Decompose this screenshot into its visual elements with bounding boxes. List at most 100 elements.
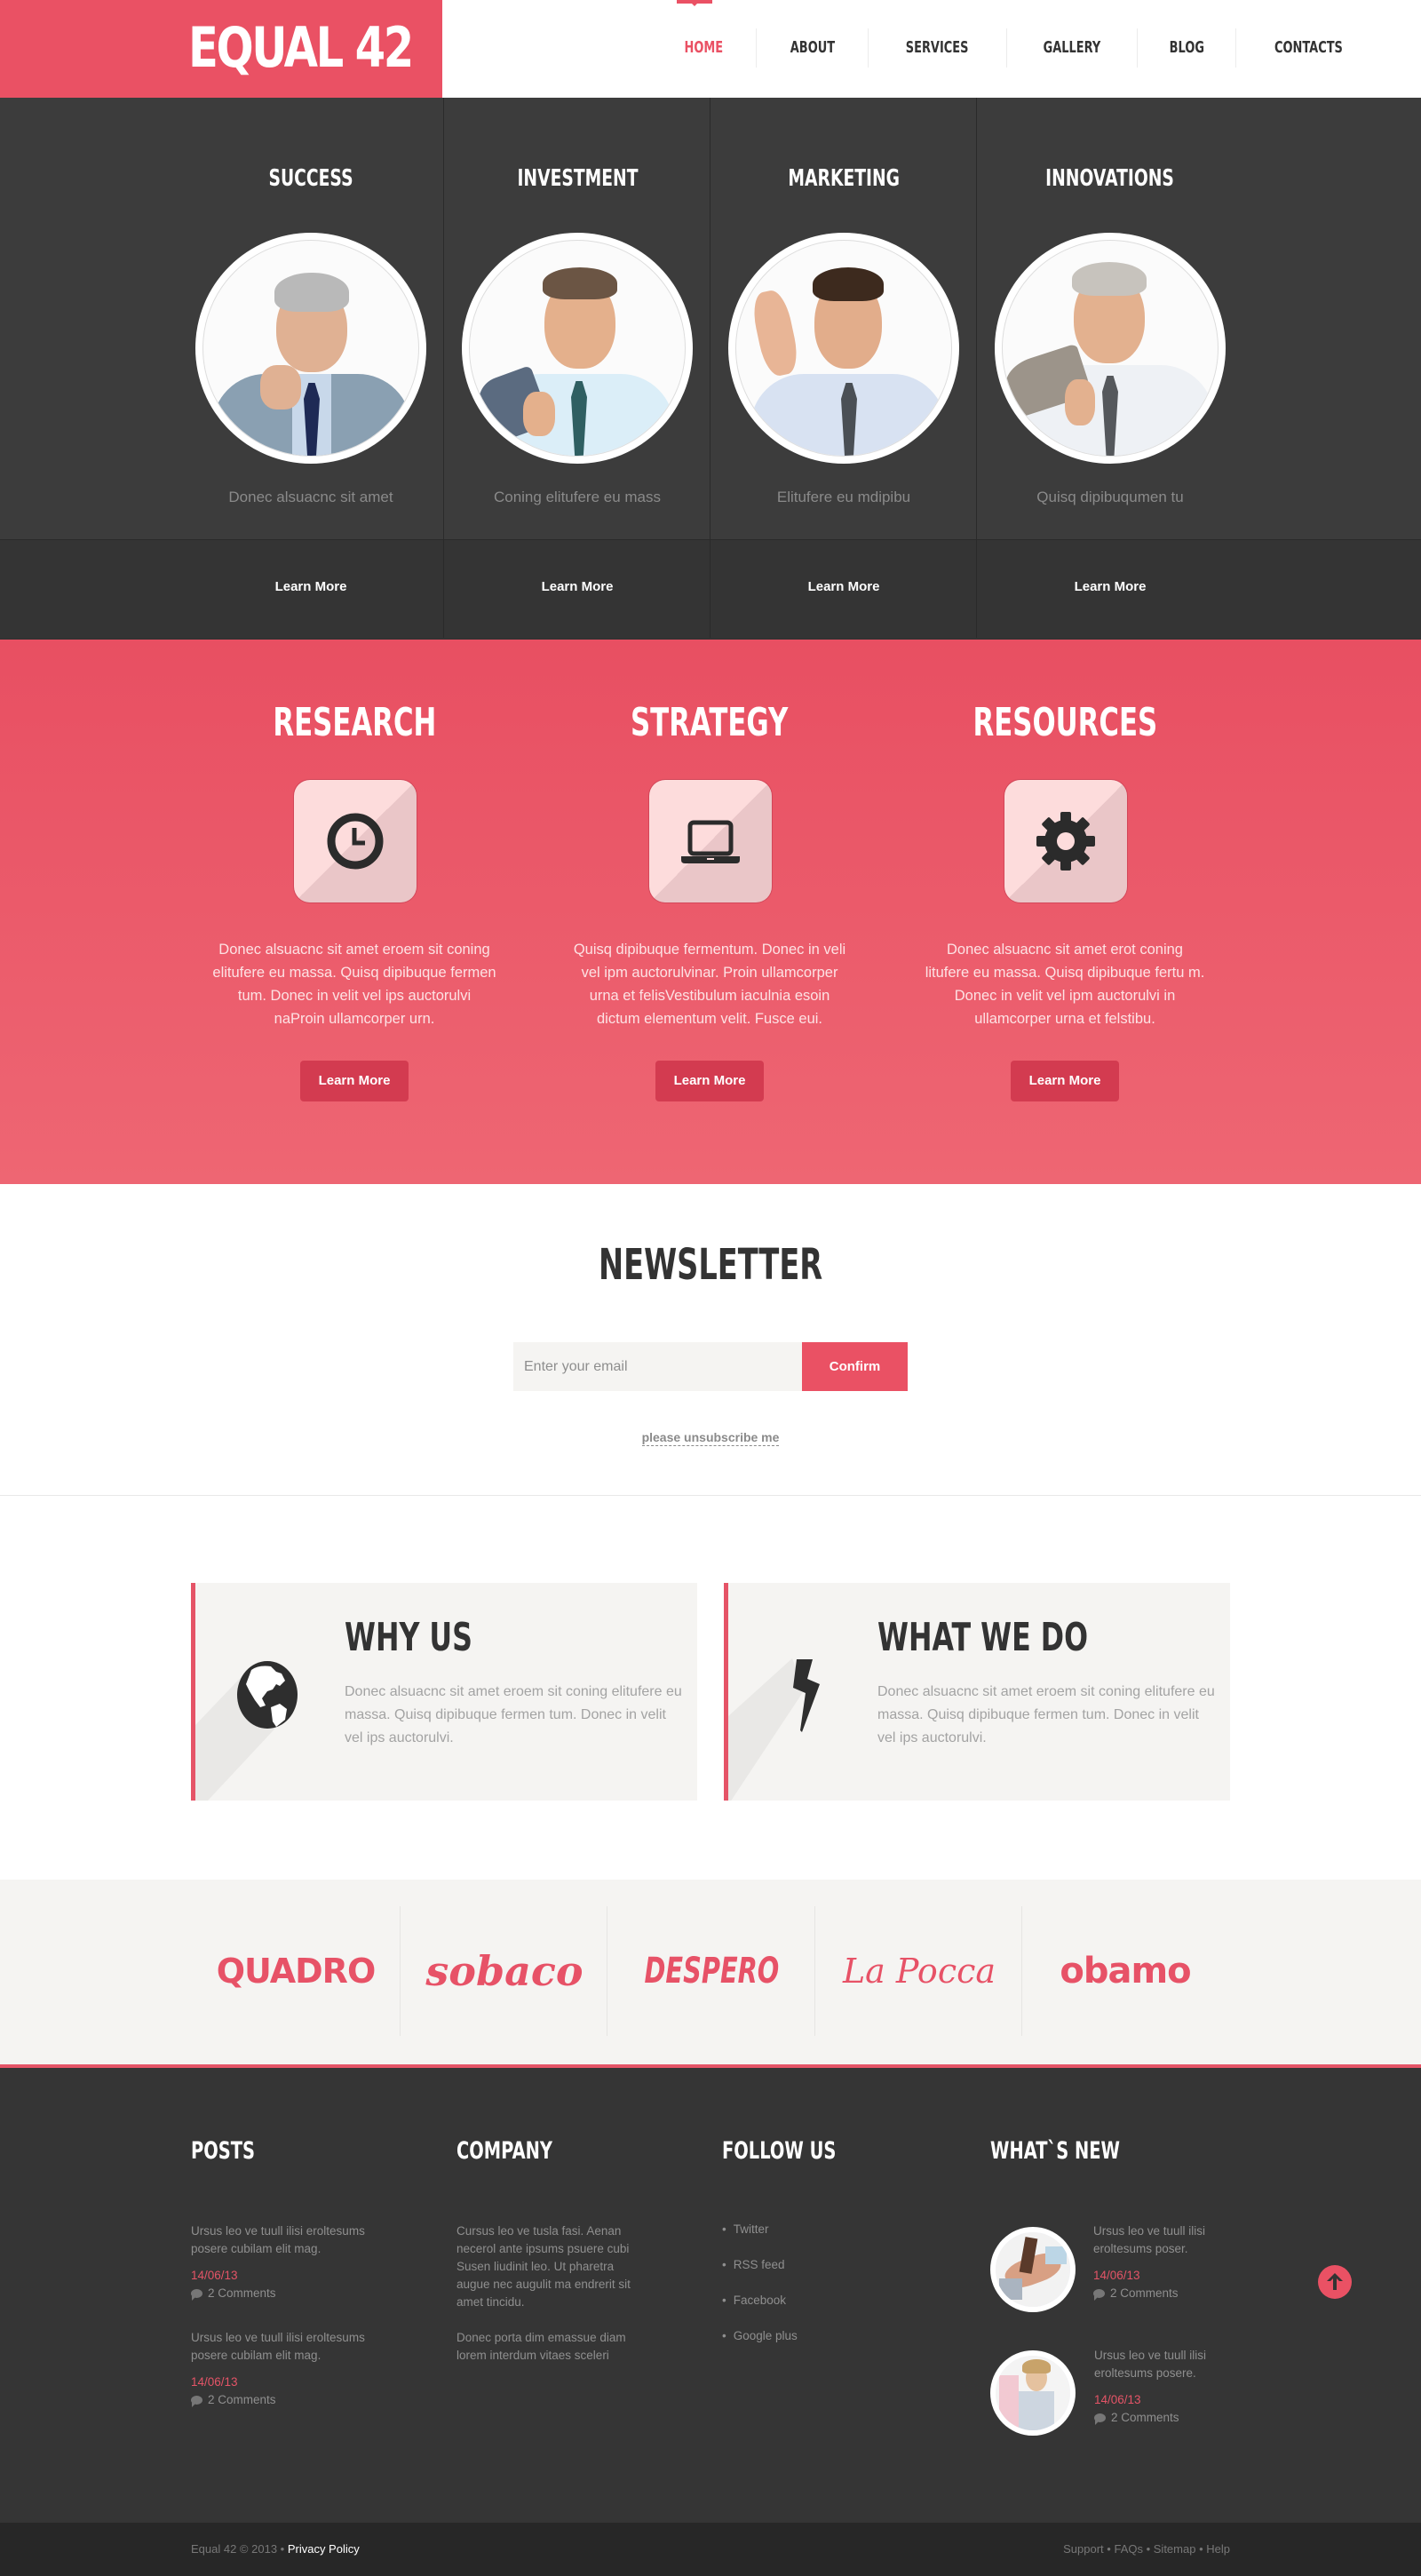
news-date: 14/06/13	[1093, 2269, 1140, 2282]
team-title: SUCCESS	[268, 165, 353, 192]
learn-more-link[interactable]: Learn More	[710, 579, 977, 594]
post-date: 14/06/13	[191, 2375, 238, 2389]
team-caption: Donec alsuacnc sit amet	[228, 489, 393, 505]
logo-text[interactable]: EQUAL 42	[188, 12, 414, 83]
nav-label: SERVICES	[906, 38, 969, 57]
comment-icon	[1093, 2289, 1105, 2302]
team-photo	[995, 233, 1226, 464]
company-paragraph: Cursus leo ve tusla fasi. Aenan necerol …	[456, 2224, 631, 2309]
learn-more-link[interactable]: Learn More	[444, 579, 710, 594]
confirm-button[interactable]: Confirm	[802, 1342, 908, 1391]
support-link[interactable]: Support	[1063, 2542, 1104, 2556]
nav-services[interactable]: SERVICES	[868, 28, 1005, 68]
post-comments[interactable]: 2 Comments	[191, 2391, 395, 2409]
bottom-bar: Equal 42 © 2013 • Privacy Policy Support…	[0, 2523, 1421, 2576]
post-comments[interactable]: 2 Comments	[191, 2285, 395, 2302]
feature-icon-box	[294, 780, 417, 902]
section-divider	[0, 1495, 1421, 1496]
feature-research: RESEARCH Donec alsuacnc sit amet eroem s…	[177, 640, 532, 1184]
nav-about[interactable]: ABOUT	[755, 28, 869, 68]
follow-link-facebook[interactable]: Facebook	[722, 2294, 786, 2307]
learn-more-button[interactable]: Learn More	[1011, 1061, 1119, 1101]
news-date: 14/06/13	[1094, 2393, 1141, 2406]
nav-label: HOME	[684, 38, 724, 57]
nav-gallery[interactable]: GALLERY	[1005, 28, 1137, 68]
active-nav-indicator	[677, 0, 712, 6]
feature-strategy: STRATEGY Quisq dipibuque fermentum. Done…	[532, 640, 887, 1184]
nav-label: BLOG	[1169, 38, 1204, 57]
learn-more-link[interactable]: Learn More	[178, 579, 444, 594]
logo[interactable]: EQUAL 42	[0, 0, 442, 98]
team-title: INVESTMENT	[516, 165, 639, 192]
team-card-marketing: MARKETING Elitufere eu mdipibu Learn Mor…	[710, 98, 977, 638]
feature-icon-box	[649, 780, 772, 902]
team-card-investment: INVESTMENT Coning elitufere eu mass Lear…	[444, 98, 710, 638]
feature-resources: RESOURCES Donec alsuacnc sit amet erot c…	[887, 640, 1242, 1184]
partners-strip: QUADRO sobaco DESPERO La Pocca obamo	[0, 1880, 1421, 2064]
team-section: SUCCESS Donec alsuacnc sit amet Learn Mo…	[0, 98, 1421, 640]
team-caption: Coning elitufere eu mass	[493, 489, 662, 505]
main-nav: HOME ABOUT SERVICES GALLERY BLOG CONTACT…	[657, 28, 1381, 68]
site-header: EQUAL 42 HOME ABOUT SERVICES GALLERY BLO…	[0, 0, 1421, 98]
learn-more-button[interactable]: Learn More	[300, 1061, 409, 1101]
post-item: Ursus leo ve tuull ilisi eroltesums pose…	[191, 2329, 395, 2409]
partner-logo-sobaco[interactable]: sobaco	[401, 1906, 608, 2036]
news-comments[interactable]: 2 Comments	[1093, 2285, 1227, 2302]
nav-blog[interactable]: BLOG	[1136, 28, 1236, 68]
help-link[interactable]: Help	[1206, 2542, 1230, 2556]
partner-logo-despero[interactable]: DESPERO	[607, 1906, 815, 2036]
team-title: INNOVATIONS	[1045, 165, 1175, 192]
team-caption: Elitufere eu mdipibu	[776, 489, 911, 505]
news-item: Ursus leo ve tuull ilisi eroltesums pose…	[1093, 2222, 1227, 2302]
features-section: RESEARCH Donec alsuacnc sit amet eroem s…	[0, 640, 1421, 1184]
nav-contacts[interactable]: CONTACTS	[1235, 28, 1381, 68]
card-text: Donec alsuacnc sit amet eroem sit coning…	[345, 1684, 682, 1745]
company-paragraph: Donec porta dim emassue diam lorem inter…	[456, 2331, 626, 2362]
bottom-links: Support • FAQs • Sitemap • Help	[1063, 2542, 1230, 2556]
card-what-we-do: WHAT WE DO Donec alsuacnc sit amet eroem…	[724, 1583, 1230, 1801]
privacy-policy-link[interactable]: Privacy Policy	[288, 2542, 360, 2556]
partner-logo-quadro[interactable]: QUADRO	[192, 1906, 400, 2036]
email-input[interactable]	[513, 1342, 802, 1391]
news-text[interactable]: Ursus leo ve tuull ilisi eroltesums pose…	[1093, 2222, 1227, 2258]
gear-icon	[1036, 812, 1095, 871]
team-photo	[728, 233, 959, 464]
follow-link-rss[interactable]: RSS feed	[722, 2258, 785, 2271]
feature-text: Donec alsuacnc sit amet eroem sit coning…	[212, 942, 496, 1027]
learn-more-button[interactable]: Learn More	[655, 1061, 764, 1101]
arrow-up-icon	[1327, 2273, 1343, 2290]
team-card-innovations: INNOVATIONS Quisq dipibuqumen tu Learn M…	[977, 98, 1243, 638]
follow-link-google-plus[interactable]: Google plus	[722, 2329, 798, 2342]
news-item: Ursus leo ve tuull ilisi eroltesums pose…	[1094, 2347, 1227, 2427]
comment-icon	[1094, 2413, 1106, 2426]
faqs-link[interactable]: FAQs	[1114, 2542, 1143, 2556]
clock-icon	[327, 813, 384, 870]
team-title: MARKETING	[788, 165, 900, 192]
nav-label: ABOUT	[790, 38, 835, 57]
follow-link-twitter[interactable]: Twitter	[722, 2222, 769, 2236]
post-item: Ursus leo ve tuull ilisi eroltesums pose…	[191, 2222, 395, 2302]
news-thumbnail[interactable]	[990, 2350, 1076, 2436]
footer-title: COMPANY	[456, 2137, 552, 2165]
news-thumbnail[interactable]	[990, 2227, 1076, 2312]
post-text[interactable]: Ursus leo ve tuull ilisi eroltesums pose…	[191, 2329, 395, 2365]
partner-logo-obamo[interactable]: obamo	[1021, 1906, 1229, 2036]
news-text[interactable]: Ursus leo ve tuull ilisi eroltesums pose…	[1094, 2347, 1227, 2382]
learn-more-link[interactable]: Learn More	[977, 579, 1243, 594]
nav-home[interactable]: HOME	[657, 28, 756, 68]
feature-text: Donec alsuacnc sit amet erot coning litu…	[925, 942, 1205, 1027]
partner-logo-lapocca[interactable]: La Pocca	[815, 1906, 1023, 2036]
nav-label: CONTACTS	[1274, 38, 1344, 57]
laptop-icon	[681, 820, 740, 863]
scroll-to-top-button[interactable]	[1318, 2265, 1352, 2299]
unsubscribe-link[interactable]: please unsubscribe me	[641, 1430, 780, 1446]
sitemap-link[interactable]: Sitemap	[1154, 2542, 1196, 2556]
unsubscribe-row: please unsubscribe me	[0, 1430, 1421, 1446]
feature-title: RESEARCH	[273, 700, 436, 745]
post-text[interactable]: Ursus leo ve tuull ilisi eroltesums pose…	[191, 2222, 395, 2258]
news-comments[interactable]: 2 Comments	[1094, 2409, 1227, 2427]
post-date: 14/06/13	[191, 2269, 238, 2282]
newsletter-title: NEWSLETTER	[598, 1240, 823, 1290]
comment-icon	[191, 2396, 202, 2408]
lightning-icon	[793, 1659, 820, 1732]
